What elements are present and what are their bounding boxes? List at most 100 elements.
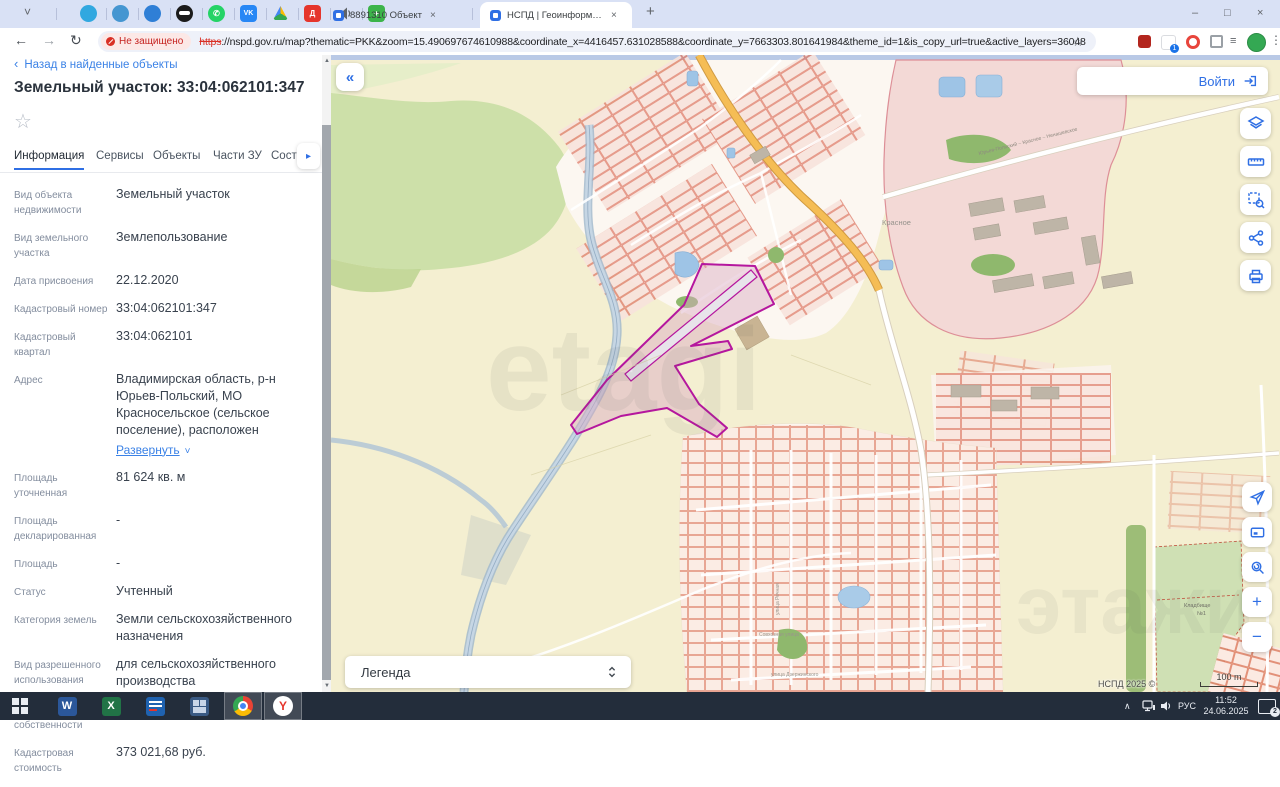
forward-button[interactable]: →: [42, 32, 56, 48]
zoom-in-button[interactable]: +: [1242, 587, 1272, 617]
search-refresh-icon: [1249, 559, 1266, 576]
tab-objects[interactable]: Объекты: [153, 150, 200, 162]
scroll-down-icon[interactable]: ▼: [324, 683, 330, 689]
favorite-star-icon[interactable]: ☆: [14, 109, 32, 134]
watermark-text: etagi: [486, 304, 761, 436]
divider: [472, 8, 473, 20]
reading-list-icon[interactable]: ≡: [1230, 35, 1243, 48]
taskbar-app-blue[interactable]: [136, 692, 174, 720]
taskbar-app-grid[interactable]: [180, 692, 218, 720]
select-area-search-button[interactable]: [1240, 184, 1271, 215]
ruler-icon: [1247, 153, 1265, 171]
field-row-cadastral-number: Кадастровый номер33:04:062101:347: [14, 300, 310, 317]
window-minimize-button[interactable]: –: [1192, 7, 1198, 19]
tab-search-chevron-icon[interactable]: ˅: [24, 5, 31, 19]
expand-address-link[interactable]: Развернуть˅: [116, 442, 190, 459]
scrollbar-thumb[interactable]: [322, 125, 331, 680]
browser-tab-object[interactable]: 8891310 Объект ×: [325, 2, 473, 28]
vk-icon[interactable]: VK: [240, 5, 257, 22]
not-secure-icon: [106, 37, 115, 46]
yandex-browser-icon: Y: [273, 696, 293, 716]
sidebar-collapse-button[interactable]: «: [336, 63, 364, 91]
tab-services[interactable]: Сервисы: [96, 150, 144, 162]
back-chevron-icon: ‹: [14, 56, 18, 71]
whatsapp-icon[interactable]: ✆: [208, 5, 225, 22]
panorama-button[interactable]: [1242, 517, 1272, 547]
print-button[interactable]: [1240, 260, 1271, 291]
incognito-icon[interactable]: [176, 5, 193, 22]
street-label: улица Речная: [775, 583, 781, 615]
notification-badge: 2: [1270, 707, 1280, 717]
login-icon: [1242, 73, 1258, 89]
layers-icon: [1247, 115, 1265, 133]
parcel-title: Земельный участок: 33:04:062101:347: [14, 79, 305, 97]
street-label: улица Дзержинского: [771, 672, 819, 678]
profile-avatar[interactable]: [1247, 33, 1266, 52]
divider: [56, 8, 57, 20]
settlement-label: Красное: [882, 218, 911, 227]
field-row-area-declared: Площадь декларированная-: [14, 512, 310, 544]
tab-close-icon[interactable]: ×: [430, 10, 436, 21]
language-indicator[interactable]: РУС: [1178, 692, 1196, 720]
notification-center[interactable]: 2: [1258, 692, 1276, 720]
pinned-app-icon[interactable]: [144, 5, 161, 22]
back-to-results-link[interactable]: ‹Назад в найденные объекты: [14, 56, 178, 71]
search-on-map-button[interactable]: [1242, 552, 1272, 582]
divider: [138, 8, 139, 20]
reload-button[interactable]: ↻: [70, 32, 82, 49]
extension-icon-badged[interactable]: 1: [1161, 35, 1176, 50]
login-button[interactable]: Войти: [1077, 67, 1268, 95]
layers-button[interactable]: [1240, 108, 1271, 139]
zoom-out-button[interactable]: −: [1242, 622, 1272, 652]
legend-label: Легенда: [361, 665, 410, 680]
taskbar-word[interactable]: W: [48, 692, 86, 720]
sidebar-scrollbar[interactable]: ▲ ▼: [322, 55, 331, 692]
pinned-app-icon[interactable]: [112, 5, 129, 22]
url-text: https://nspd.gov.ru/map?thematic=PKK&zoo…: [199, 36, 1085, 48]
address-bar[interactable]: Не защищено https://nspd.gov.ru/map?them…: [98, 31, 1096, 52]
measure-button[interactable]: [1240, 146, 1271, 177]
window-maximize-button[interactable]: □: [1224, 7, 1231, 19]
security-badge[interactable]: Не защищено: [101, 33, 191, 50]
taskbar-chrome[interactable]: [224, 692, 262, 720]
panorama-icon: [1249, 524, 1266, 541]
taskbar-yandex[interactable]: Y: [264, 692, 302, 720]
start-button[interactable]: [12, 698, 28, 714]
tab-information[interactable]: Информация: [14, 150, 84, 170]
map-attribution: НСПД 2025 ©: [1098, 679, 1155, 689]
clock[interactable]: 11:52 24.06.2025: [1200, 692, 1252, 720]
new-tab-button[interactable]: +: [646, 3, 655, 20]
share-button[interactable]: [1240, 222, 1271, 253]
watermark-text: этажи: [1016, 560, 1255, 651]
navigation-arrow-icon: [1249, 489, 1266, 506]
bookmark-star-icon[interactable]: ☆: [1072, 34, 1084, 50]
map-area[interactable]: etagi этажи Красное Юрьев-Польский – Кра…: [331, 55, 1280, 692]
share-icon: [1247, 229, 1265, 247]
back-button[interactable]: ←: [14, 32, 28, 48]
extension-icon[interactable]: [1138, 35, 1151, 48]
tab-close-icon[interactable]: ×: [611, 10, 617, 21]
chevron-down-icon: ˅: [185, 445, 191, 459]
extension-icon[interactable]: [1210, 35, 1223, 48]
volume-icon[interactable]: [1160, 692, 1173, 720]
my-location-button[interactable]: [1242, 482, 1272, 512]
network-icon[interactable]: [1142, 692, 1156, 720]
map-canvas[interactable]: etagi этажи Красное Юрьев-Польский – Кра…: [331, 55, 1280, 692]
field-row-address: Адрес Владимирская область, р-н Юрьев-По…: [14, 371, 310, 458]
dzen-icon[interactable]: Д: [304, 5, 321, 22]
google-drive-icon[interactable]: [272, 5, 289, 22]
tray-expand-icon[interactable]: ∧: [1124, 692, 1131, 720]
window-close-button[interactable]: ×: [1257, 7, 1263, 19]
browser-menu-icon[interactable]: ⋮: [1270, 33, 1280, 47]
telegram-icon[interactable]: [80, 5, 97, 22]
tab-parcel-parts[interactable]: Части ЗУ: [213, 150, 262, 162]
taskbar-excel[interactable]: X: [92, 692, 130, 720]
browser-tab-nspd-active[interactable]: НСПД | Геоинформационный ×: [480, 2, 632, 28]
chrome-icon: [233, 696, 253, 716]
divider: [266, 8, 267, 20]
browser-tab-strip: ˅ ✆ VK Д + 8891310 Объект × НСПД | Геоин…: [0, 0, 1280, 29]
legend-toggle[interactable]: Легенда: [345, 656, 631, 688]
scroll-up-icon[interactable]: ▲: [324, 58, 330, 64]
tabs-scroll-right-button[interactable]: ▸: [297, 143, 320, 169]
extension-icon[interactable]: [1186, 35, 1200, 49]
